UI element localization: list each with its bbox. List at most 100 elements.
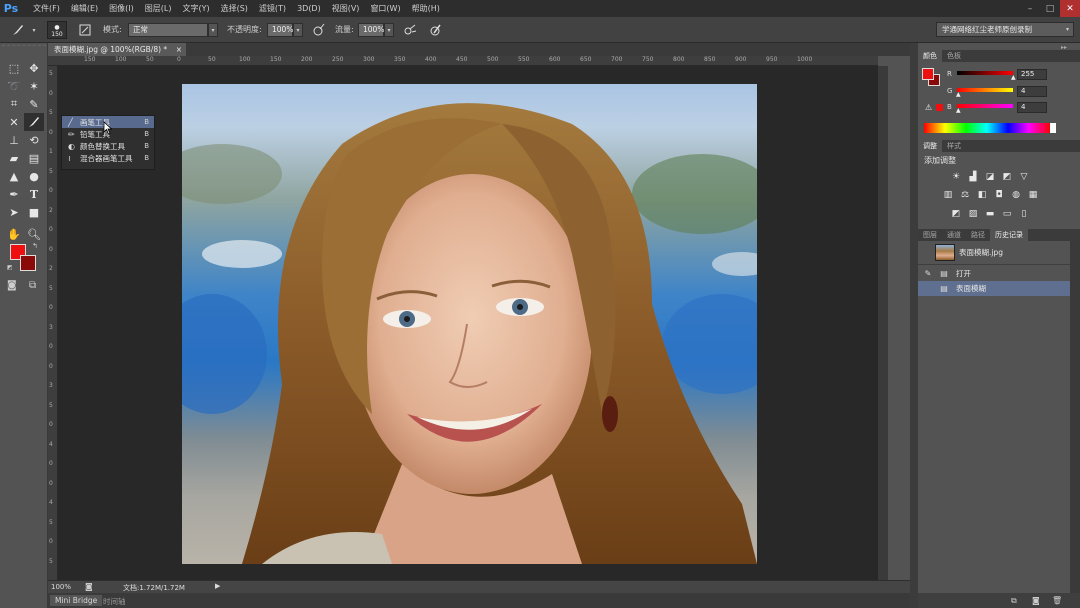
minimize-button[interactable]: – — [1020, 0, 1040, 17]
type-tool-icon[interactable]: T — [24, 185, 44, 203]
workspace-switcher[interactable]: 学通网络红尘老师原创录制 ▾ — [936, 22, 1074, 37]
gamut-color-swatch[interactable] — [936, 104, 943, 111]
menu-file[interactable]: 文件(F) — [33, 3, 60, 14]
blue-slider-handle-icon[interactable]: ▲ — [956, 107, 961, 114]
selective-color-icon[interactable]: ▯ — [1018, 208, 1030, 219]
invert-icon[interactable]: ◩ — [950, 208, 962, 219]
tool-preset-dropdown-icon[interactable]: ▾ — [29, 23, 39, 37]
green-slider-handle-icon[interactable]: ▲ — [956, 91, 961, 98]
marquee-tool-icon[interactable]: ⬚ — [4, 59, 24, 77]
gradient-tool-icon[interactable]: ▤ — [24, 149, 44, 167]
menu-type[interactable]: 文字(Y) — [182, 3, 209, 14]
menu-image[interactable]: 图像(I) — [109, 3, 134, 14]
menu-filter[interactable]: 滤镜(T) — [259, 3, 286, 14]
blur-tool-icon[interactable]: ▲ — [4, 167, 24, 185]
history-scrollbar[interactable] — [1070, 241, 1080, 593]
blue-value-input[interactable]: 4 — [1017, 102, 1047, 113]
color-lookup-icon[interactable]: ▦ — [1027, 189, 1039, 200]
tab-adjustments[interactable]: 调整 — [918, 140, 942, 152]
healing-brush-tool-icon[interactable]: ✕ — [4, 113, 24, 131]
mini-bridge-tab[interactable]: Mini Bridge — [50, 595, 103, 606]
red-value-input[interactable]: 255 — [1017, 69, 1047, 80]
magic-wand-tool-icon[interactable]: ✶ — [24, 77, 44, 95]
clone-stamp-tool-icon[interactable]: ⊥ — [4, 131, 24, 149]
tab-styles[interactable]: 样式 — [942, 140, 966, 152]
photo-filter-icon[interactable]: ◘ — [993, 189, 1005, 200]
crop-tool-icon[interactable]: ⌗ — [4, 95, 24, 113]
tab-history[interactable]: 历史记录 — [990, 229, 1028, 241]
screen-mode-icon[interactable]: ⧉ — [29, 280, 36, 291]
curves-icon[interactable]: ◪ — [984, 171, 996, 182]
background-color-swatch[interactable] — [20, 255, 36, 271]
brush-tool-icon[interactable] — [24, 113, 44, 131]
color-balance-icon[interactable]: ⚖ — [959, 189, 971, 200]
red-slider[interactable] — [957, 71, 1013, 75]
status-menu-arrow-icon[interactable]: ▶ — [215, 582, 220, 590]
vibrance-icon[interactable]: ▽ — [1018, 171, 1030, 182]
history-step-surface-blur[interactable]: ▤ 表面模糊 — [918, 281, 1070, 296]
tab-color[interactable]: 颜色 — [918, 50, 942, 62]
green-slider[interactable] — [957, 88, 1013, 92]
hand-tool-icon[interactable]: ✋ — [4, 225, 24, 243]
tab-swatches[interactable]: 色板 — [942, 50, 966, 62]
pressure-size-icon[interactable] — [427, 22, 443, 38]
new-document-from-state-icon[interactable]: ⧉ — [1011, 596, 1017, 606]
history-snapshot[interactable]: 表面模糊.jpg — [918, 242, 1070, 262]
exposure-icon[interactable]: ◩ — [1001, 171, 1013, 182]
new-snapshot-icon[interactable]: ◙ — [1032, 596, 1040, 605]
mode-select[interactable]: 正常 — [128, 23, 208, 37]
history-brush-source-icon[interactable]: ✎ — [922, 269, 934, 278]
status-info-icon[interactable]: ◙ — [85, 582, 93, 591]
threshold-icon[interactable]: ▬ — [984, 208, 996, 219]
document-close-icon[interactable]: × — [176, 43, 182, 56]
rectangle-tool-icon[interactable]: ■ — [24, 203, 44, 221]
tab-channels[interactable]: 通道 — [942, 229, 966, 241]
vertical-ruler[interactable]: 5 0 5 0 1 5 0 2 0 0 2 5 0 3 0 0 3 5 0 4 0 0 4 5 0 5 — [48, 66, 58, 580]
timeline-tab[interactable]: 时间轴 — [103, 596, 126, 607]
pressure-opacity-icon[interactable] — [310, 22, 326, 38]
dodge-tool-icon[interactable]: ● — [24, 167, 44, 185]
channel-mixer-icon[interactable]: ◍ — [1010, 189, 1022, 200]
flyout-item-mixer-brush-tool[interactable]: ≀ 混合器画笔工具 B — [62, 152, 154, 164]
path-selection-tool-icon[interactable]: ➤ — [4, 203, 24, 221]
menu-help[interactable]: 帮助(H) — [412, 3, 440, 14]
menu-select[interactable]: 选择(S) — [221, 3, 248, 14]
document-tab[interactable]: 表面模糊.jpg @ 100%(RGB/8) * × — [48, 43, 186, 56]
blue-slider[interactable] — [957, 104, 1013, 108]
green-value-input[interactable]: 4 — [1017, 86, 1047, 97]
brush-tool-preset-icon[interactable] — [10, 22, 26, 38]
menu-3d[interactable]: 3D(D) — [297, 4, 321, 13]
black-white-icon[interactable]: ◧ — [976, 189, 988, 200]
history-brush-tool-icon[interactable]: ⟲ — [24, 131, 44, 149]
gradient-map-icon[interactable]: ▭ — [1001, 208, 1013, 219]
lasso-tool-icon[interactable]: ➰ — [4, 77, 24, 95]
history-step-open[interactable]: ✎ ▤ 打开 — [918, 266, 1070, 281]
pen-tool-icon[interactable]: ✒ — [4, 185, 24, 203]
toolbox-grip[interactable] — [2, 45, 46, 49]
levels-icon[interactable]: ▟ — [967, 171, 979, 182]
brightness-contrast-icon[interactable]: ☀ — [950, 171, 962, 182]
flyout-item-color-replacement-tool[interactable]: ◐ 颜色替换工具 B — [62, 140, 154, 152]
color-spectrum-bar[interactable] — [924, 123, 1056, 133]
posterize-icon[interactable]: ▨ — [967, 208, 979, 219]
menu-view[interactable]: 视图(V) — [332, 3, 360, 14]
canvas-vertical-scrollbar[interactable] — [878, 66, 888, 580]
menu-window[interactable]: 窗口(W) — [370, 3, 400, 14]
opacity-dropdown-icon[interactable]: ▾ — [293, 23, 303, 37]
flow-input[interactable]: 100% — [358, 23, 384, 37]
quick-mask-icon[interactable]: ◙ — [7, 280, 17, 291]
tab-layers[interactable]: 图层 — [918, 229, 942, 241]
mode-dropdown-icon[interactable]: ▾ — [208, 23, 218, 37]
maximize-button[interactable]: □ — [1040, 0, 1060, 17]
menu-edit[interactable]: 编辑(E) — [71, 3, 98, 14]
flow-dropdown-icon[interactable]: ▾ — [384, 23, 394, 37]
red-slider-handle-icon[interactable]: ▲ — [1011, 74, 1016, 81]
eyedropper-tool-icon[interactable]: ✎ — [24, 95, 44, 113]
horizontal-ruler[interactable]: 150 100 50 0 50 100 150 200 250 300 350 400 450 500 55… — [48, 56, 878, 66]
swap-colors-icon[interactable]: ↰ — [32, 242, 38, 250]
tab-paths[interactable]: 路径 — [966, 229, 990, 241]
move-tool-icon[interactable]: ✥ — [24, 59, 44, 77]
brush-panel-toggle-icon[interactable] — [77, 22, 93, 38]
eraser-tool-icon[interactable]: ▰ — [4, 149, 24, 167]
menu-layer[interactable]: 图层(L) — [145, 3, 172, 14]
